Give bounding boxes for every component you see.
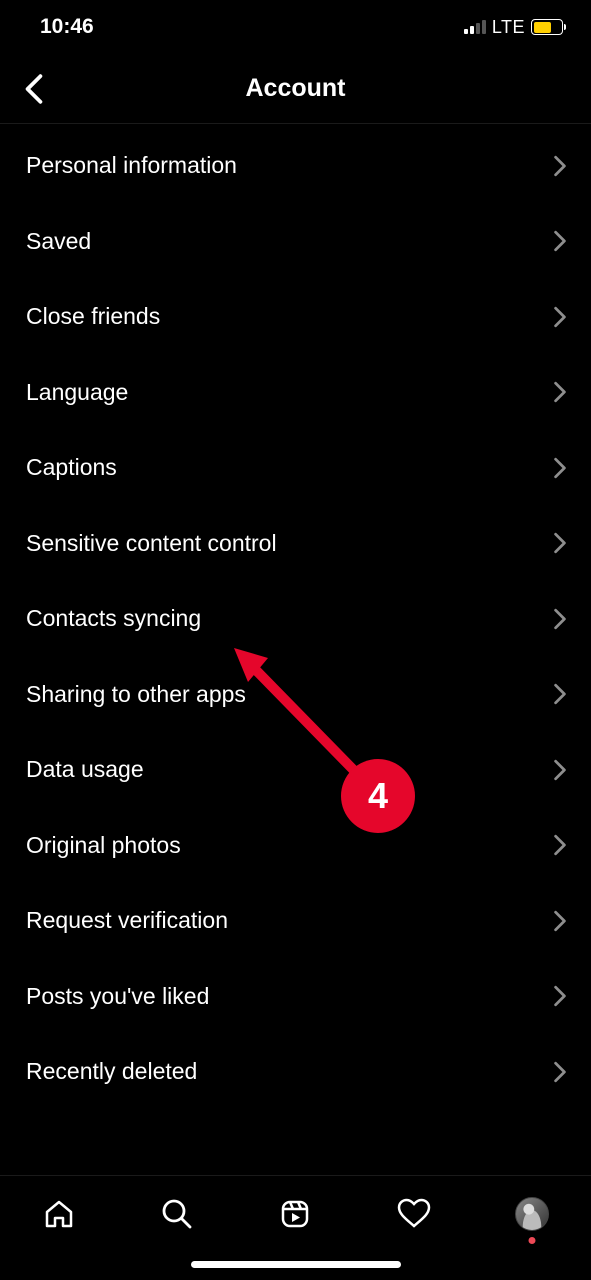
network-label: LTE: [492, 17, 525, 38]
nav-profile[interactable]: [512, 1194, 552, 1234]
row-saved[interactable]: Saved: [0, 204, 591, 280]
row-recently-deleted[interactable]: Recently deleted: [0, 1034, 591, 1110]
row-captions[interactable]: Captions: [0, 430, 591, 506]
back-button[interactable]: [16, 71, 52, 107]
nav-home[interactable]: [39, 1194, 79, 1234]
row-close-friends[interactable]: Close friends: [0, 279, 591, 355]
chevron-right-icon: [553, 155, 567, 177]
chevron-left-icon: [24, 74, 44, 104]
search-icon: [161, 1198, 193, 1230]
row-data-usage[interactable]: Data usage: [0, 732, 591, 808]
chevron-right-icon: [553, 985, 567, 1007]
row-label: Language: [26, 379, 128, 406]
reels-icon: [279, 1198, 311, 1230]
row-sensitive-content-control[interactable]: Sensitive content control: [0, 506, 591, 582]
nav-activity[interactable]: [394, 1194, 434, 1234]
row-label: Request verification: [26, 907, 228, 934]
status-indicators: LTE: [464, 17, 563, 38]
home-indicator: [191, 1261, 401, 1268]
row-label: Sensitive content control: [26, 530, 277, 557]
status-bar: 10:46 LTE: [0, 0, 591, 54]
chevron-right-icon: [553, 683, 567, 705]
row-label: Original photos: [26, 832, 181, 859]
battery-icon: [531, 19, 563, 35]
chevron-right-icon: [553, 1061, 567, 1083]
row-label: Sharing to other apps: [26, 681, 246, 708]
chevron-right-icon: [553, 834, 567, 856]
chevron-right-icon: [553, 457, 567, 479]
row-label: Saved: [26, 228, 91, 255]
signal-icon: [464, 20, 486, 34]
chevron-right-icon: [553, 306, 567, 328]
row-label: Captions: [26, 454, 117, 481]
chevron-right-icon: [553, 759, 567, 781]
chevron-right-icon: [553, 230, 567, 252]
chevron-right-icon: [553, 910, 567, 932]
row-request-verification[interactable]: Request verification: [0, 883, 591, 959]
status-time: 10:46: [40, 15, 94, 39]
chevron-right-icon: [553, 381, 567, 403]
row-language[interactable]: Language: [0, 355, 591, 431]
settings-list: Personal information Saved Close friends…: [0, 124, 591, 1110]
avatar-icon: [515, 1197, 549, 1231]
chevron-right-icon: [553, 608, 567, 630]
row-original-photos[interactable]: Original photos: [0, 808, 591, 884]
row-label: Data usage: [26, 756, 144, 783]
row-contacts-syncing[interactable]: Contacts syncing: [0, 581, 591, 657]
row-label: Personal information: [26, 152, 237, 179]
row-label: Recently deleted: [26, 1058, 197, 1085]
row-posts-youve-liked[interactable]: Posts you've liked: [0, 959, 591, 1035]
page-title: Account: [0, 74, 591, 103]
row-personal-information[interactable]: Personal information: [0, 128, 591, 204]
row-label: Close friends: [26, 303, 160, 330]
nav-reels[interactable]: [275, 1194, 315, 1234]
chevron-right-icon: [553, 532, 567, 554]
row-label: Contacts syncing: [26, 605, 201, 632]
notification-dot-icon: [528, 1237, 535, 1244]
page-header: Account: [0, 54, 591, 124]
row-label: Posts you've liked: [26, 983, 209, 1010]
nav-search[interactable]: [157, 1194, 197, 1234]
heart-icon: [397, 1198, 431, 1230]
home-icon: [43, 1198, 75, 1230]
row-sharing-to-other-apps[interactable]: Sharing to other apps: [0, 657, 591, 733]
